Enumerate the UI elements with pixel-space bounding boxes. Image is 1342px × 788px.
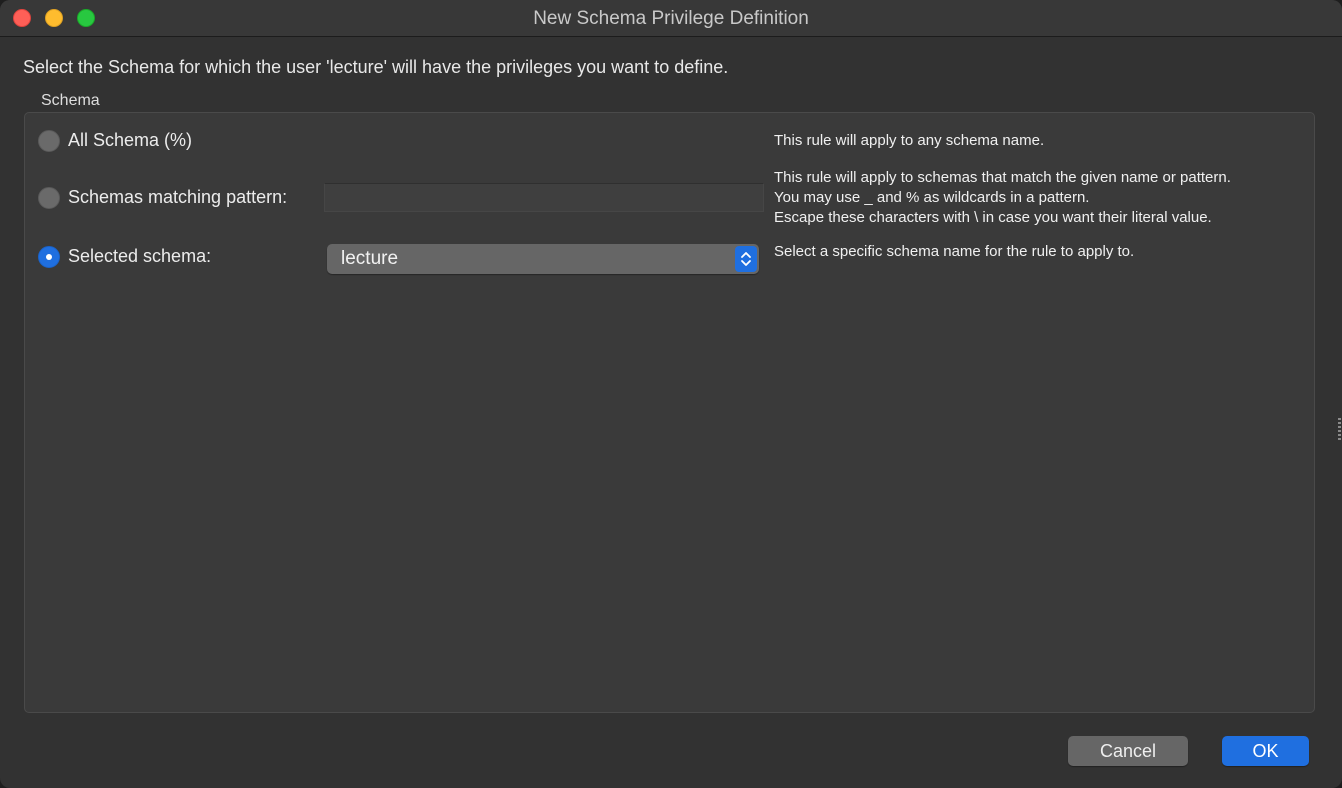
description-line: Select a specific schema name for the ru… [774, 243, 1135, 260]
schema-group-label: Schema [41, 92, 100, 109]
schema-select-dropdown[interactable]: lecture [327, 244, 759, 274]
description-line: Escape these characters with \ in case y… [774, 209, 1212, 226]
schema-pattern-input[interactable] [324, 183, 764, 212]
title-bar[interactable]: New Schema Privilege Definition [0, 0, 1342, 37]
radio-selected-schema-label[interactable]: Selected schema: [68, 246, 211, 267]
up-down-chevron-icon [735, 246, 757, 272]
description-line: This rule will apply to any schema name. [774, 132, 1045, 149]
pattern-description: This rule will apply to schemas that mat… [774, 168, 1231, 228]
resize-grip-icon[interactable] [1338, 418, 1341, 440]
radio-all-schema-label[interactable]: All Schema (%) [68, 130, 192, 151]
radio-schemas-matching-pattern[interactable] [38, 187, 60, 209]
dialog-window: New Schema Privilege Definition Select t… [0, 0, 1342, 788]
schema-select-value: lecture [341, 248, 399, 269]
ok-button[interactable]: OK [1222, 736, 1309, 766]
radio-selected-schema[interactable] [38, 246, 60, 268]
all-schema-description: This rule will apply to any schema name. [774, 131, 1044, 151]
radio-all-schema[interactable] [38, 130, 60, 152]
cancel-button[interactable]: Cancel [1068, 736, 1188, 766]
selected-schema-description: Select a specific schema name for the ru… [774, 242, 1134, 262]
description-line: You may use _ and % as wildcards in a pa… [774, 189, 1090, 206]
description-line: This rule will apply to schemas that mat… [774, 169, 1231, 186]
radio-schemas-matching-pattern-label[interactable]: Schemas matching pattern: [68, 187, 287, 208]
instruction-text: Select the Schema for which the user 'le… [23, 57, 729, 77]
window-title: New Schema Privilege Definition [533, 8, 809, 29]
